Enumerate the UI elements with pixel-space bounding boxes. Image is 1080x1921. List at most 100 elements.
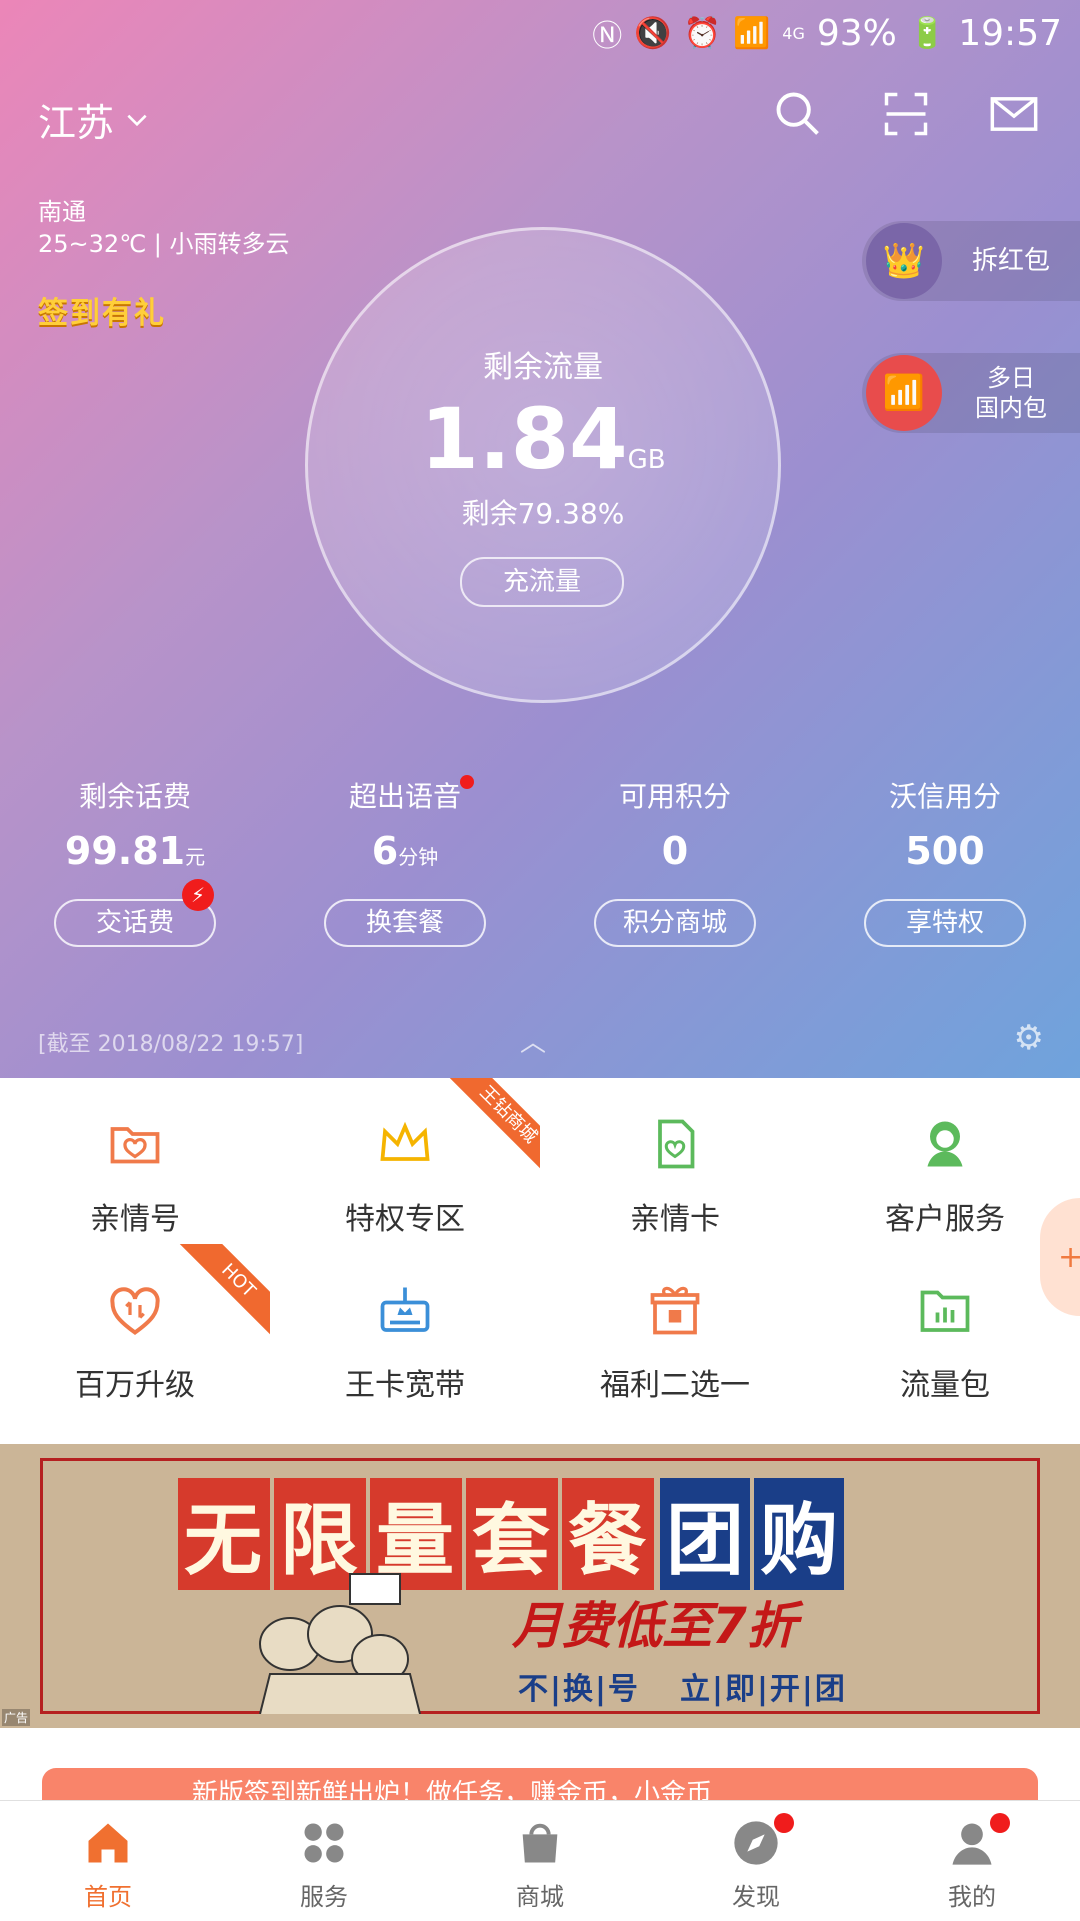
account-hero: Ⓝ 🔇 ⏰ 📶 4G 93% 🔋 19:57 江苏 南通 25~32℃ | 小雨… [0,0,1080,1078]
service-item[interactable]: 福利二选一 [540,1244,810,1410]
data-folder-icon [920,1290,970,1332]
data-remaining-circle: 剩余流量 1.84GB 剩余79.38% 充流量 [305,227,781,703]
change-plan-button[interactable]: 换套餐 [324,899,486,947]
gear-icon[interactable]: ⚙ [1014,1018,1044,1058]
status-bar: Ⓝ 🔇 ⏰ 📶 4G 93% 🔋 19:57 [592,0,1062,66]
home-icon [88,1823,128,1863]
notification-dot [774,1813,794,1833]
banner-discount: 月费低至7折 [512,1597,797,1655]
nfc-icon: Ⓝ [592,19,623,54]
tab-label: 我的 [948,1883,996,1911]
weather-forecast: 25~32℃ | 小雨转多云 [38,230,290,258]
tab-services[interactable]: 服务 [216,1801,432,1921]
stat-value: 0 [661,829,689,873]
banner-headline-b: 团购 [660,1478,848,1590]
signin-reward-badge[interactable]: 签到有礼 [38,288,166,332]
service-label: 亲情号 [90,1202,180,1237]
stat-value: 99.81元 [64,829,206,873]
ad-label: 广告 [2,1709,31,1726]
shopping-bag-icon [522,1823,558,1863]
tab-label: 服务 [300,1883,348,1911]
network-type: 4G [782,23,805,43]
service-item[interactable]: 客户服务 [810,1078,1080,1244]
scan-icon[interactable] [880,88,932,140]
data-remaining-percent: 剩余79.38% [461,497,625,530]
stat-voice: 超出语音 6分钟 换套餐 [270,775,540,947]
service-item[interactable]: 亲情卡 [540,1078,810,1244]
stat-points: 可用积分 0 积分商城 [540,775,810,947]
weather-city: 南通 [38,198,86,226]
service-grid: 亲情号 特权专区 王钻商城 亲情卡 客户服务 百万升级 HOT 王卡宽带 福利二… [0,1078,1080,1444]
wifi-badge-icon: 📶 [866,355,942,431]
stat-label: 超出语音 [348,780,461,813]
chevron-down-icon [127,114,147,126]
tab-mall[interactable]: 商城 [432,1801,648,1921]
red-packet-label: 拆红包 [971,246,1050,276]
tab-label: 发现 [732,1883,780,1911]
heart-upgrade-icon [110,1287,160,1335]
sim-card-heart-icon [658,1119,695,1169]
recharge-data-button[interactable]: 充流量 [460,557,624,607]
privileges-button[interactable]: 享特权 [864,899,1026,947]
wifi-icon: 📶 [732,15,771,51]
stat-value: 500 [905,829,985,873]
grid-icon [304,1823,344,1863]
clock: 19:57 [958,12,1062,54]
cartoon-bears-illustration [259,1573,421,1714]
data-remaining-label: 剩余流量 [483,350,603,385]
multi-day-data-label: 多日 国内包 [975,364,1047,422]
alarm-icon: ⏰ [683,15,721,51]
stat-value: 6分钟 [371,829,439,873]
floating-plus-button[interactable]: + [1040,1198,1080,1316]
ribbon-badge: 王钻商城 [447,1078,540,1176]
region-selector[interactable]: 江苏 [38,92,150,147]
service-label: 王卡宽带 [345,1368,465,1403]
service-item[interactable]: 特权专区 王钻商城 [270,1078,540,1244]
search-icon[interactable] [772,88,824,140]
mute-icon: 🔇 [634,15,672,51]
service-label: 福利二选一 [600,1368,750,1403]
stat-balance: 剩余话费 99.81元 交话费 ⚡ [0,775,270,947]
stat-label: 沃信用分 [888,780,1001,813]
tab-label: 首页 [84,1883,132,1911]
service-item[interactable]: 百万升级 HOT [0,1244,270,1410]
banner-tagline-b: 立|即|开|团 [680,1672,847,1707]
service-label: 百万升级 [75,1368,195,1403]
battery-percent: 93% [816,12,897,54]
lightning-icon: ⚡ [182,879,214,911]
as-of-timestamp: [截至 2018/08/22 19:57] [38,1032,304,1057]
ribbon-badge: HOT [177,1244,270,1342]
data-remaining-value: 1.84GB [420,390,666,488]
weather-widget: 南通 25~32℃ | 小雨转多云 [38,196,289,260]
stat-label: 剩余话费 [78,780,191,813]
tab-discover[interactable]: 发现 [648,1801,864,1921]
banner-tagline-a: 不|换|号 [518,1672,640,1707]
stat-label: 可用积分 [618,780,731,813]
service-item[interactable]: 王卡宽带 [270,1244,540,1410]
red-packet-pill[interactable]: 👑 拆红包 [862,221,1080,301]
notification-dot [990,1813,1010,1833]
tab-label: 商城 [516,1883,564,1911]
promo-banner[interactable]: 无限量套餐 团购 月费低至7折 不|换|号 立|即|开|团 广告 [0,1444,1080,1728]
stat-credit: 沃信用分 500 享特权 [810,775,1080,947]
router-icon [380,1287,430,1332]
service-label: 亲情卡 [630,1202,720,1237]
account-stats: 剩余话费 99.81元 交话费 ⚡ 超出语音 6分钟 换套餐 可用积分 0 积分… [0,775,1080,947]
crown-icon [380,1121,430,1161]
multi-day-data-pill[interactable]: 📶 多日 国内包 [862,353,1080,433]
bottom-tab-bar: 首页 服务 商城 发现 我的 [0,1800,1080,1921]
customer-service-icon [927,1121,963,1167]
gift-icon [650,1286,700,1335]
service-label: 流量包 [900,1368,990,1403]
tab-me[interactable]: 我的 [864,1801,1080,1921]
service-label: 特权专区 [345,1202,465,1237]
notification-dot [460,775,474,789]
crown-coin-icon: 👑 [866,223,942,299]
tab-home[interactable]: 首页 [0,1801,216,1921]
service-item[interactable]: 亲情号 [0,1078,270,1244]
chevron-up-icon[interactable]: ︿ [520,1022,546,1059]
region-label: 江苏 [38,101,115,145]
battery-icon: 🔋 [908,15,947,51]
points-mall-button[interactable]: 积分商城 [594,899,756,947]
mail-icon[interactable] [988,88,1040,140]
